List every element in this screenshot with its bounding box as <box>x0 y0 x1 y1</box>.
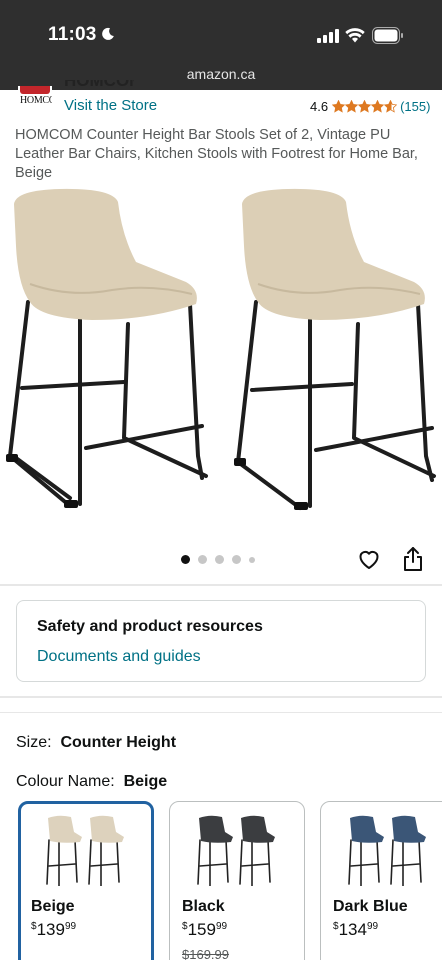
product-title: HOMCOM Counter Height Bar Stools Set of … <box>15 127 418 181</box>
cellular-signal-icon <box>317 29 339 43</box>
share-icon[interactable] <box>402 546 424 572</box>
visit-store-link[interactable]: Visit the Store <box>64 97 157 114</box>
colour-value: Beige <box>123 773 168 790</box>
carousel-dot[interactable] <box>249 556 255 563</box>
colour-option-beige[interactable]: Beige $13999 <box>18 801 154 960</box>
rating-summary[interactable]: 4.6 (155) <box>310 99 430 114</box>
clock: 11:03 <box>48 24 97 45</box>
colour-option-thumbnail <box>348 815 426 886</box>
star-icon <box>332 100 346 113</box>
star-rating <box>332 100 398 113</box>
rating-value: 4.6 <box>310 99 329 114</box>
bar-stool-left <box>6 188 208 508</box>
brand-logo[interactable]: HOMCOM <box>18 86 52 112</box>
size-label: Size: <box>16 734 52 751</box>
image-carousel-dots[interactable] <box>181 555 263 564</box>
bar-stool-right <box>234 188 436 510</box>
star-icon <box>384 100 398 113</box>
colour-option-name: Beige <box>31 898 75 915</box>
colour-option-thumbnail <box>197 815 275 886</box>
wifi-icon <box>345 28 365 43</box>
star-icon <box>345 100 359 113</box>
colour-option-price: $15999 <box>182 920 228 939</box>
heart-icon[interactable] <box>357 547 381 571</box>
product-image[interactable] <box>0 186 442 522</box>
section-divider <box>0 712 442 713</box>
size-selector: Size: Counter Height <box>16 734 176 752</box>
colour-label: Colour Name: <box>16 773 115 790</box>
documents-guides-link[interactable]: Documents and guides <box>37 648 201 666</box>
colour-option-name: Black <box>182 898 225 915</box>
colour-selector: Colour Name: Beige <box>16 773 167 791</box>
colour-option-name: Dark Blue <box>333 898 408 915</box>
safety-resources-card: Safety and product resources Documents a… <box>16 600 426 682</box>
colour-option-price: $13999 <box>31 920 77 939</box>
safety-title: Safety and product resources <box>37 618 263 635</box>
battery-icon <box>372 27 403 44</box>
star-icon <box>358 100 372 113</box>
moon-icon <box>102 27 114 40</box>
section-divider <box>0 696 442 698</box>
section-divider <box>0 584 442 586</box>
carousel-dot[interactable] <box>232 555 241 564</box>
star-icon <box>371 100 385 113</box>
carousel-dot[interactable] <box>198 555 207 564</box>
brand-logo-text: HOMCOM <box>20 95 52 106</box>
carousel-dot[interactable] <box>181 555 190 564</box>
colour-option-price: $13499 <box>333 920 379 939</box>
colour-option-thumbnail <box>46 815 124 886</box>
size-value: Counter Height <box>60 734 177 751</box>
brand-name: HOMCOM <box>64 80 134 90</box>
carousel-dot[interactable] <box>215 555 224 564</box>
colour-option-dark-blue[interactable]: Dark Blue $13499 <box>320 801 442 960</box>
colour-option-list-price: $169.99 <box>182 947 229 960</box>
status-bar: 11:03 amazon.ca <box>0 0 442 90</box>
colour-option-black[interactable]: Black $15999 $169.99 <box>169 801 305 960</box>
rating-count[interactable]: (155) <box>400 99 430 114</box>
